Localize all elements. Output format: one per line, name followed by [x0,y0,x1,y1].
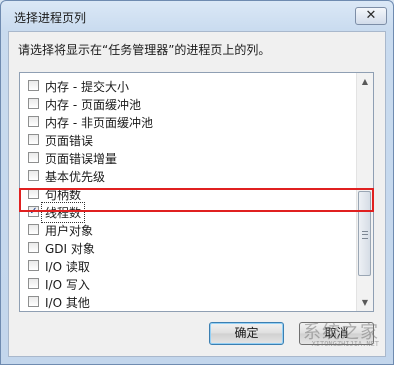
checkbox[interactable] [28,296,39,307]
vertical-scrollbar[interactable]: ▲ ▼ [356,73,373,311]
column-list-item[interactable]: I/O 其他 [20,293,355,311]
scroll-down-arrow-icon[interactable]: ▼ [357,294,373,311]
checkbox-checked[interactable]: ✓ [28,206,39,217]
grip-icon [362,231,368,239]
column-list-rows: 内存 - 提交大小 内存 - 页面缓冲池 内存 - 非页面缓冲池 页面错误页面错误增量… [20,77,355,312]
column-list-item[interactable]: 句柄数 [20,185,355,203]
dialog-body: 请选择将显示在“任务管理器”的进程页上的列。 内存 - 提交大小 内存 - 页面缓… [8,31,386,357]
column-list-item-label: 基本优先级 [45,170,106,184]
column-list-item-label: 线程数 [40,202,86,223]
checkbox[interactable] [28,242,39,253]
checkbox[interactable] [28,80,39,91]
close-icon: ✕ [365,8,377,23]
checkbox[interactable] [28,278,39,289]
close-button[interactable]: ✕ [355,7,387,25]
checkbox[interactable] [28,170,39,181]
column-list-item-label: GDI 对象 [45,242,95,256]
column-list-item[interactable]: 页面错误增量 [20,149,355,167]
checkbox[interactable] [28,134,39,145]
column-list-item-label: I/O 其他 [45,296,90,310]
checkbox[interactable] [28,224,39,235]
column-list-item[interactable]: I/O 读取 [20,257,355,275]
checkbox[interactable] [28,98,39,109]
column-list-item[interactable]: I/O 写入 [20,275,355,293]
column-list-item-label: 内存 - 非页面缓冲池 [45,116,153,130]
checkbox[interactable] [28,116,39,127]
column-list-item-label: 句柄数 [45,188,82,202]
column-list-item-label: I/O 写入 [45,278,90,292]
cancel-button[interactable]: 取消 [299,322,374,345]
column-list-item[interactable]: 内存 - 页面缓冲池 [20,95,355,113]
dialog-title: 选择进程页列 [14,11,87,25]
column-list-item-label: 页面错误 [45,134,94,148]
column-list-item[interactable]: 用户对象 [20,221,355,239]
title-bar[interactable]: 选择进程页列 ✕ [1,1,393,31]
column-list-item-label: 用户对象 [45,224,94,238]
dialog-window: 选择进程页列 ✕ 请选择将显示在“任务管理器”的进程页上的列。 内存 - 提交大… [0,0,394,365]
instruction-text: 请选择将显示在“任务管理器”的进程页上的列。 [18,43,271,57]
scroll-up-arrow-icon[interactable]: ▲ [357,73,373,90]
column-list-item-label: 内存 - 页面缓冲池 [45,98,141,112]
ok-button[interactable]: 确定 [209,322,284,345]
column-list-item[interactable]: 内存 - 非页面缓冲池 [20,113,355,131]
checkbox[interactable] [28,188,39,199]
column-list-item-label: 内存 - 提交大小 [45,80,129,94]
column-list-item-label: 页面错误增量 [45,152,118,166]
column-list-item[interactable]: I/O 读取字节 [20,311,355,312]
column-list-item[interactable]: GDI 对象 [20,239,355,257]
column-list-item[interactable]: ✓ 线程数 [20,202,355,223]
scrollbar-thumb[interactable] [358,191,371,276]
column-list-item-label: I/O 读取 [45,260,90,274]
column-list[interactable]: 内存 - 提交大小 内存 - 页面缓冲池 内存 - 非页面缓冲池 页面错误页面错误增量… [19,72,374,312]
column-list-item[interactable]: 内存 - 提交大小 [20,77,355,95]
checkbox[interactable] [28,152,39,163]
column-list-item[interactable]: 页面错误 [20,131,355,149]
column-list-item[interactable]: 基本优先级 [20,167,355,185]
checkbox[interactable] [28,260,39,271]
